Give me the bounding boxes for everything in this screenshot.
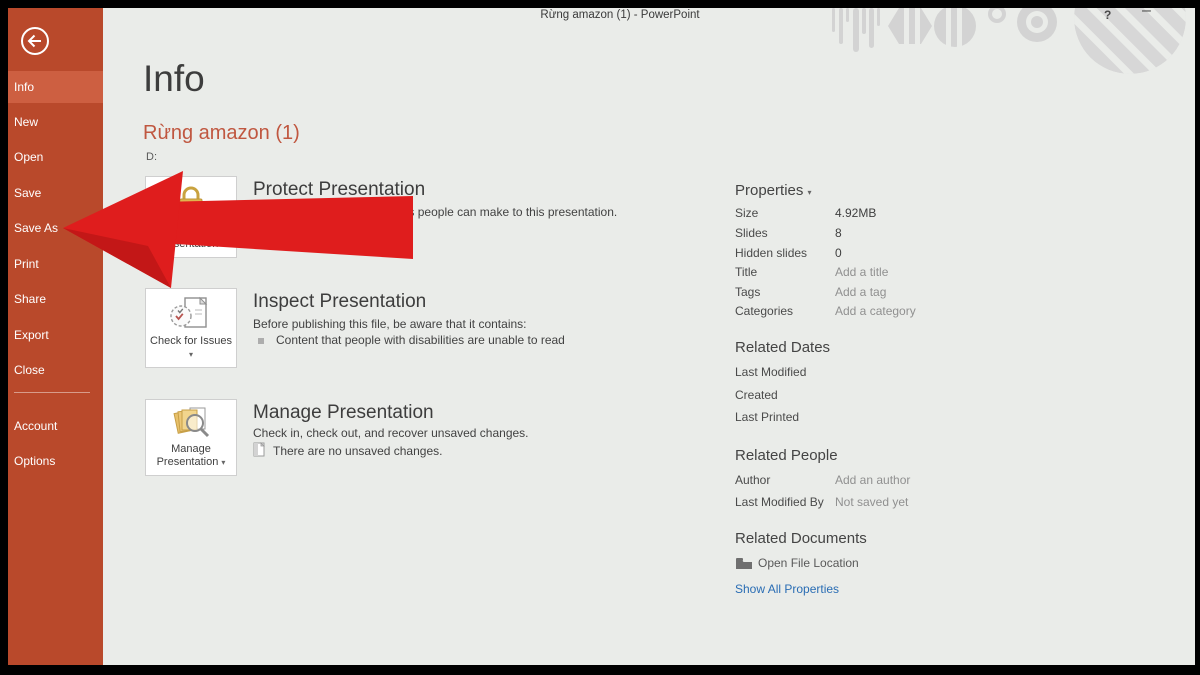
- screenshot-root: { "titlebar": { "title": "Rừng amazon (1…: [0, 0, 1200, 675]
- sidebar-item-new[interactable]: New: [8, 106, 103, 138]
- last-modified-by-value: Not saved yet: [835, 495, 908, 509]
- related-documents-heading: Related Documents: [735, 530, 867, 547]
- sidebar-item-save[interactable]: Save: [8, 177, 103, 209]
- inspect-section-heading: Inspect Presentation: [253, 291, 426, 313]
- add-tag-field[interactable]: Add a tag: [835, 285, 886, 299]
- inspect-section-description: Before publishing this file, be aware th…: [253, 317, 683, 331]
- protect-section-description: Control what types of changes people can…: [253, 205, 683, 219]
- back-button[interactable]: [19, 25, 51, 57]
- sidebar-item-save-as[interactable]: Save As: [8, 212, 103, 244]
- chevron-down-icon: ▾: [221, 458, 225, 467]
- sidebar-item-print[interactable]: Print: [8, 248, 103, 280]
- sidebar-divider: [14, 392, 90, 393]
- protect-presentation-button[interactable]: Protect Presentation ▾: [145, 176, 237, 258]
- decor-ring-icon: [990, 8, 1004, 21]
- manage-documents-icon: [168, 406, 214, 440]
- manage-note-text: There are no unsaved changes.: [273, 444, 673, 458]
- property-row-title: TitleAdd a title: [735, 265, 1065, 279]
- minimize-icon[interactable]: –: [1142, 2, 1151, 20]
- help-icon[interactable]: ?: [1104, 8, 1111, 22]
- sidebar-item-export[interactable]: Export: [8, 319, 103, 351]
- related-dates-last-printed: Last Printed: [735, 410, 1065, 424]
- add-author-field[interactable]: Add an author: [835, 473, 910, 487]
- related-people-heading: Related People: [735, 447, 838, 464]
- add-title-field[interactable]: Add a title: [835, 265, 888, 279]
- property-row-hidden-slides: Hidden slides0: [735, 246, 1065, 260]
- lock-key-icon: [169, 184, 213, 222]
- related-dates-last-modified: Last Modified: [735, 365, 1065, 379]
- sidebar-item-open[interactable]: Open: [8, 141, 103, 173]
- property-value-size: 4.92MB: [835, 206, 876, 220]
- decor-target-icon: [1017, 8, 1057, 42]
- sidebar-item-account[interactable]: Account: [8, 410, 103, 442]
- chevron-down-icon: ▾: [808, 188, 812, 197]
- property-value-hidden-slides: 0: [835, 246, 842, 260]
- show-all-properties-link[interactable]: Show All Properties: [735, 582, 839, 596]
- related-dates-heading: Related Dates: [735, 339, 830, 356]
- decor-hexagon-icon: [888, 8, 932, 44]
- property-row-tags: TagsAdd a tag: [735, 285, 1065, 299]
- manage-section-description: Check in, check out, and recover unsaved…: [253, 426, 683, 440]
- inspect-document-icon: [168, 296, 214, 332]
- chevron-down-icon: ▾: [221, 240, 225, 249]
- check-for-issues-button[interactable]: Check for Issues ▾: [145, 288, 237, 368]
- window-title: Rừng amazon (1) - PowerPoint: [420, 9, 820, 21]
- chevron-down-icon: ▾: [189, 350, 193, 359]
- back-arrow-icon: [19, 25, 51, 57]
- property-row-categories: CategoriesAdd a category: [735, 304, 1065, 318]
- finding-bullet-icon: [258, 338, 264, 344]
- add-category-field[interactable]: Add a category: [835, 304, 916, 318]
- sidebar-item-options[interactable]: Options: [8, 445, 103, 477]
- protect-button-label: Protect Presentation ▾: [146, 225, 236, 251]
- properties-dropdown[interactable]: Properties ▾: [735, 182, 812, 199]
- inspect-finding-text: Content that people with disabilities ar…: [276, 333, 696, 347]
- check-for-issues-label: Check for Issues ▾: [146, 335, 236, 361]
- folder-icon: [736, 558, 752, 569]
- manage-presentation-button[interactable]: Manage Presentation ▾: [145, 399, 237, 476]
- backstage-sidebar: Info New Open Save Save As Print Share E…: [8, 8, 103, 665]
- document-location: D:: [146, 151, 157, 163]
- related-people-author-row: AuthorAdd an author: [735, 473, 1065, 487]
- manage-button-label: Manage Presentation ▾: [146, 443, 236, 469]
- property-row-size: Size4.92MB: [735, 206, 1065, 220]
- protect-section-heading: Protect Presentation: [253, 179, 425, 201]
- property-value-slides: 8: [835, 226, 842, 240]
- open-file-location-link[interactable]: Open File Location: [758, 556, 859, 570]
- unsaved-changes-doc-icon: [253, 442, 267, 458]
- page-title: Info: [143, 58, 205, 100]
- sidebar-item-close[interactable]: Close: [8, 354, 103, 386]
- sidebar-item-info[interactable]: Info: [8, 71, 103, 103]
- sidebar-item-share[interactable]: Share: [8, 283, 103, 315]
- decor-striped-disc-icon: [934, 8, 976, 49]
- related-dates-created: Created: [735, 388, 1065, 402]
- property-row-slides: Slides8: [735, 226, 1065, 240]
- decor-equalizer-bar: [832, 8, 835, 32]
- related-people-modified-row: Last Modified ByNot saved yet: [735, 495, 1065, 509]
- document-title: Rừng amazon (1): [143, 122, 300, 145]
- manage-section-heading: Manage Presentation: [253, 402, 434, 424]
